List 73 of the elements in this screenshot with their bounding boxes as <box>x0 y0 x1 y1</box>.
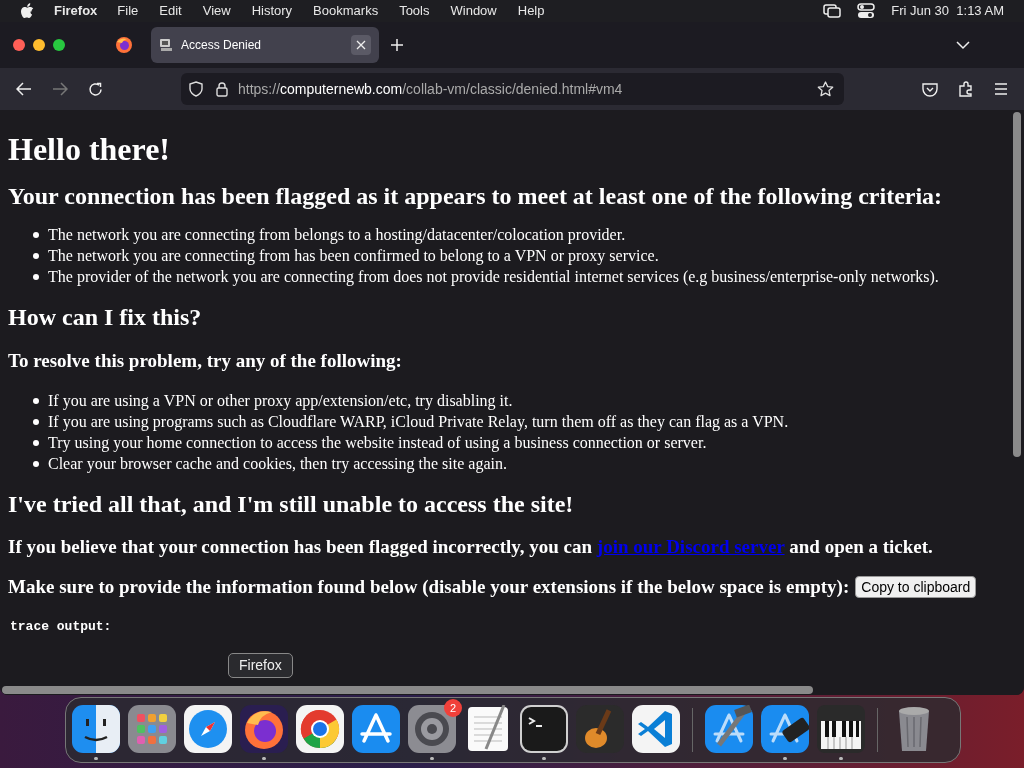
menu-item[interactable]: Edit <box>159 1 182 21</box>
back-icon[interactable] <box>16 82 32 96</box>
guitar-icon[interactable] <box>576 705 624 753</box>
shield-icon[interactable] <box>189 81 203 97</box>
chevron-down-icon[interactable] <box>956 40 970 50</box>
firefox-view-icon[interactable] <box>115 36 133 54</box>
list-item-text: If you are using programs such as Cloudflare WARP, iCloud Private Relay, turn them off as they can flag as a VPN. <box>48 412 789 432</box>
section-heading: Your connection has been flagged as it appears to meet at least one of the following criteria: <box>8 182 944 210</box>
code-editor-icon[interactable] <box>632 705 680 753</box>
copy-button[interactable]: Copy to clipboard <box>855 576 977 598</box>
bullet-icon <box>33 439 39 446</box>
screen-mirroring-icon[interactable] <box>823 4 842 18</box>
instruction-text: Make sure to provide the information found below (disable your extensions if the below space is empty): <box>8 575 850 599</box>
list-item-text: Clear your browser cache and cookies, then try accessing the site again. <box>48 454 507 474</box>
app-grid-icon[interactable] <box>128 705 176 753</box>
notification-badge: 2 <box>444 699 462 717</box>
bullet-icon <box>33 418 39 425</box>
reload-icon[interactable] <box>88 81 103 97</box>
hammer-icon[interactable] <box>705 705 753 753</box>
contact-paragraph: If you believe that your connection has been flagged incorrectly, you can join our Discord server and open a ticket. <box>8 535 934 559</box>
menu-item[interactable]: Tools <box>399 1 430 21</box>
finder-icon[interactable] <box>72 705 120 753</box>
control-center-icon[interactable] <box>857 3 876 19</box>
address-bar[interactable]: https://computernewb.com/collab-vm/classic/denied.html#vm4 <box>181 73 844 105</box>
compass-icon[interactable] <box>184 705 232 753</box>
lock-icon <box>216 81 228 97</box>
section-heading: I've tried all that, and I'm still unable to access the site! <box>8 490 575 518</box>
list-item-text: Try using your home connection to access the website instead of using a business connection or server. <box>48 433 707 453</box>
bookmark-star-icon[interactable] <box>817 81 834 97</box>
firefox-icon[interactable] <box>240 705 288 753</box>
menu-item[interactable]: History <box>251 1 293 21</box>
dock-tooltip: Firefox <box>228 653 293 678</box>
clock[interactable]: Fri Jun 30 1:13 AM <box>891 1 1004 21</box>
menu-item[interactable]: View <box>202 1 231 21</box>
subheading: To resolve this problem, try any of the following: <box>8 349 403 373</box>
piano-keyboard-icon[interactable] <box>817 705 865 753</box>
app-store-icon[interactable] <box>352 705 400 753</box>
computer-icon <box>159 38 173 52</box>
horizontal-scrollbar[interactable] <box>2 686 813 694</box>
app-menu[interactable]: Firefox <box>54 1 98 21</box>
menu-item[interactable]: File <box>117 1 139 21</box>
menu-item[interactable]: Window <box>450 1 497 21</box>
list-item-text: If you are using a VPN or other proxy app/extension/etc, try disabling it. <box>48 391 513 411</box>
extensions-icon[interactable] <box>958 81 974 97</box>
bullet-icon <box>33 460 39 467</box>
page-heading: Hello there! <box>8 130 171 168</box>
bullet-icon <box>33 252 39 259</box>
chrome-icon[interactable] <box>296 705 344 753</box>
zoom-window-button[interactable] <box>53 39 65 51</box>
menu-item[interactable]: Bookmarks <box>313 1 379 21</box>
menu-icon[interactable] <box>994 83 1008 95</box>
section-heading: How can I fix this? <box>8 303 203 331</box>
new-tab-icon[interactable] <box>390 38 404 52</box>
list-item-text: The network you are connecting from has been confirmed to belong to a VPN or proxy service. <box>48 246 659 266</box>
list-item-text: The provider of the network you are connecting from does not provide residential internet services (e.g business/enterprise-only networks). <box>48 267 939 287</box>
vertical-scrollbar[interactable] <box>1013 112 1021 457</box>
forward-icon[interactable] <box>52 82 68 96</box>
browser-tab[interactable]: Access Denied <box>151 27 379 63</box>
close-tab-icon[interactable] <box>351 35 371 55</box>
list-item-text: The network you are connecting from belongs to a hosting/datacenter/colocation provider. <box>48 225 626 245</box>
bullet-icon <box>33 231 39 238</box>
terminal-icon[interactable] <box>520 705 568 753</box>
close-window-button[interactable] <box>13 39 25 51</box>
gear-icon[interactable] <box>408 705 456 753</box>
trace-output: trace output: <box>9 618 113 636</box>
url-text: https://computernewb.com/collab-vm/classic/denied.html#vm4 <box>238 79 624 99</box>
tab-title: Access Denied <box>181 37 263 54</box>
pocket-icon[interactable] <box>922 81 938 97</box>
bullet-icon <box>33 397 39 404</box>
bullet-icon <box>33 273 39 280</box>
menu-item[interactable]: Help <box>517 1 545 21</box>
apple-logo-icon[interactable] <box>20 3 34 19</box>
minimize-window-button[interactable] <box>33 39 45 51</box>
